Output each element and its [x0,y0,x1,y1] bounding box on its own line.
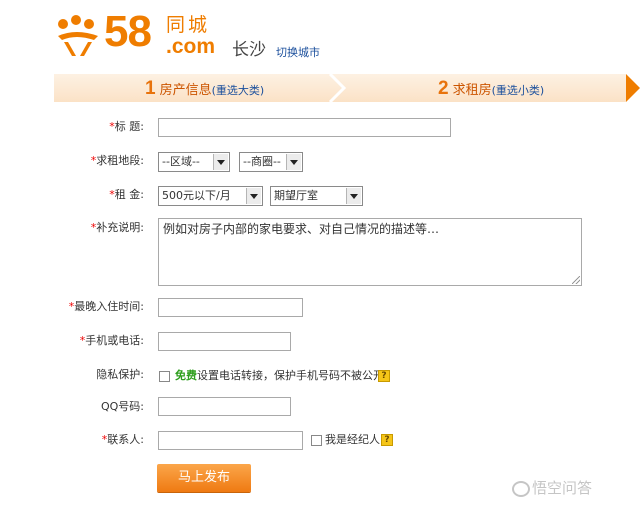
step-2-number: 2 [438,78,449,99]
wukong-logo-icon [512,480,530,497]
logo-name: 同城 [166,14,211,36]
contact-label-text: 联系人: [107,433,144,446]
title-label: *标 题: [109,119,144,135]
resize-grip-icon[interactable] [572,276,580,284]
step-1-reselect-link[interactable]: (重选大类) [212,84,265,97]
privacy-label: 隐私保护: [96,368,144,381]
extra-label-text: 补充说明: [96,221,144,234]
logo-number: 58 [104,7,152,56]
watermark: 悟空问答 [512,478,592,498]
logo-domain: .com [166,35,216,58]
agent-help-icon[interactable]: ? [381,434,393,446]
chevron-down-icon [246,188,261,204]
district-select-value: --区域-- [162,155,200,168]
chevron-down-icon [346,188,361,204]
movein-label-text: 最晚入住时间: [74,300,144,313]
rent-label: *租 金: [109,187,144,203]
steps-bar [54,74,640,102]
extra-description-text: 例如对房子内部的家电要求、对自己情况的描述等… [163,222,440,236]
location-label-text: 求租地段: [96,154,144,167]
chevron-down-icon [286,154,301,170]
privacy-checkbox[interactable] [159,371,170,382]
district-select[interactable]: --区域-- [158,152,230,172]
privacy-description: 免费设置电话转接，保护手机号码不被公开 [175,368,384,384]
publish-button[interactable]: 马上发布 [157,464,251,492]
step-2-label: 求租房 [452,83,492,98]
rent-label-text: 租 金: [114,188,144,201]
location-label: *求租地段: [91,153,144,169]
qq-input[interactable] [158,397,291,416]
privacy-help-icon[interactable]: ? [378,370,390,382]
extra-description-textarea[interactable]: 例如对房子内部的家电要求、对自己情况的描述等… [158,218,582,286]
step-2-reselect-link[interactable]: (重选小类) [492,84,545,97]
movein-label: *最晚入住时间: [69,299,144,315]
room-type-select[interactable]: 期望厅室 [270,186,363,206]
agent-label: 我是经纪人 [325,433,380,446]
extra-label: *补充说明: [91,220,144,236]
movein-date-input[interactable] [158,298,303,317]
switch-city-link[interactable]: 切换城市 [276,46,320,60]
rent-select[interactable]: 500元以下/月 [158,186,263,206]
privacy-free-text: 免费 [175,369,197,382]
privacy-text: 设置电话转接，保护手机号码不被公开 [197,369,384,382]
watermark-text: 悟空问答 [532,479,593,497]
contact-label: *联系人: [102,432,144,448]
phone-input[interactable] [158,332,291,351]
contact-input[interactable] [158,431,303,450]
step-1: 1 房产信息(重选大类) [145,79,264,101]
current-city: 长沙 [232,40,266,60]
title-input[interactable] [158,118,451,137]
step-1-label: 房产信息 [159,83,212,98]
logo-figure-icon [54,14,102,58]
rent-select-value: 500元以下/月 [162,189,231,202]
business-area-select-value: --商圈-- [243,155,281,168]
room-type-select-value: 期望厅室 [274,189,318,202]
title-label-text: 标 题: [114,120,144,133]
phone-label-text: 手机或电话: [85,334,144,347]
phone-label: *手机或电话: [80,333,144,349]
business-area-select[interactable]: --商圈-- [239,152,303,172]
qq-label: QQ号码: [100,400,144,413]
chevron-down-icon [213,154,228,170]
step-1-number: 1 [145,78,156,99]
step-2: 2 求租房(重选小类) [438,79,544,101]
agent-checkbox[interactable] [311,435,322,446]
